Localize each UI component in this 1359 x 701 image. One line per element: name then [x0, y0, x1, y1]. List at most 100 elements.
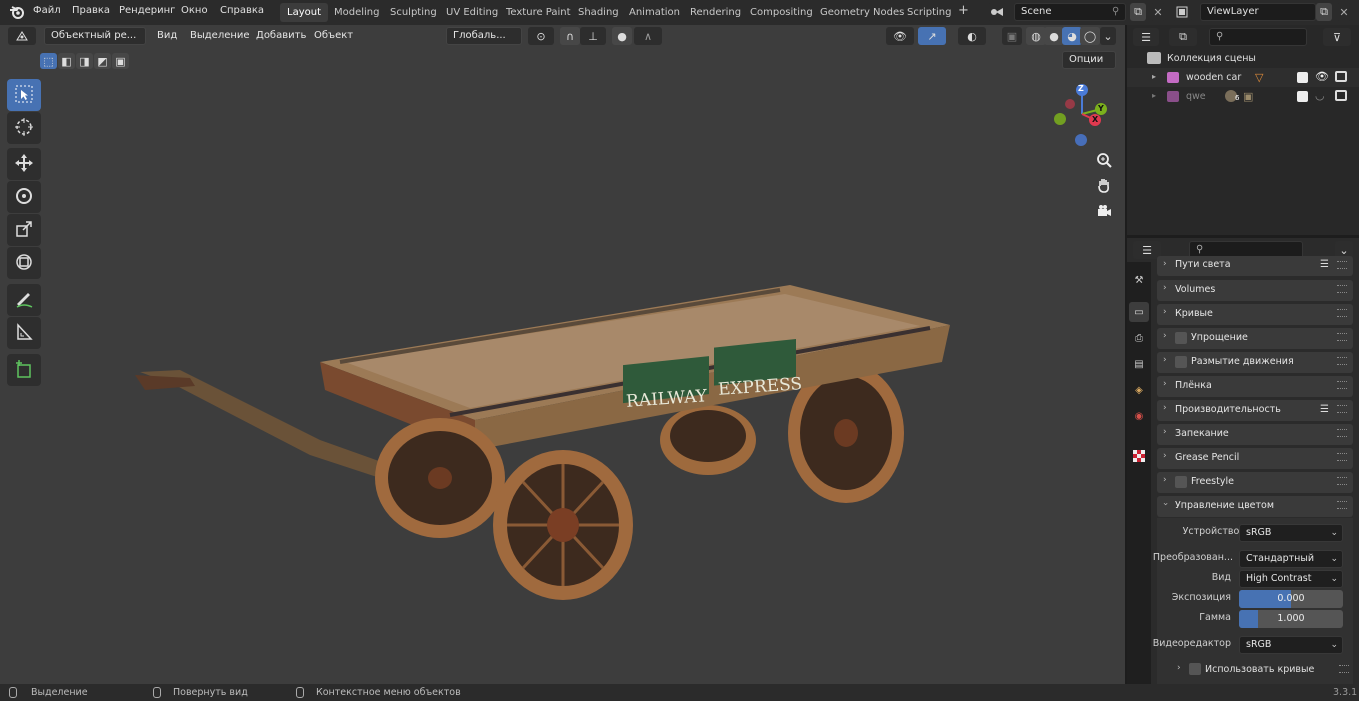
scene-settings-icon[interactable]: ◈	[1129, 380, 1149, 400]
menu-render[interactable]: Рендеринг	[119, 5, 175, 16]
tool-measure[interactable]	[7, 317, 41, 349]
outliner-row[interactable]: ▸ wooden car ▽ 👁	[1127, 68, 1359, 87]
camera-view-icon[interactable]	[1093, 200, 1115, 222]
drag-grip-icon[interactable]	[1337, 429, 1347, 437]
world-settings-icon[interactable]: ◉	[1129, 406, 1149, 426]
snap-target-icon[interactable]: ⊥	[580, 27, 606, 45]
scene-collection-label[interactable]: Коллекция сцены	[1167, 53, 1256, 64]
display-device-dropdown[interactable]: sRGB ⌄	[1239, 524, 1343, 542]
panel-volumes[interactable]: › Volumes	[1157, 280, 1353, 301]
select-intersect-icon[interactable]: ▣	[112, 53, 129, 69]
expand-arrow-icon[interactable]: ▸	[1152, 91, 1156, 100]
tool-move[interactable]	[7, 148, 41, 180]
tool-annotate[interactable]	[7, 284, 41, 316]
freestyle-checkbox[interactable]	[1175, 476, 1187, 488]
zoom-icon[interactable]	[1093, 149, 1115, 171]
drag-grip-icon[interactable]	[1337, 309, 1347, 317]
new-view-layer-icon[interactable]: ⧉	[1316, 3, 1332, 21]
xray-icon[interactable]: ▣	[1002, 27, 1022, 45]
panel-grease-pencil[interactable]: › Grease Pencil	[1157, 448, 1353, 469]
gizmo-toggle-icon[interactable]: ↗	[918, 27, 946, 45]
solid-shading-icon[interactable]: ●	[1044, 27, 1064, 45]
exposure-slider[interactable]: 0.000	[1239, 590, 1343, 608]
panel-bake[interactable]: › Запекание	[1157, 424, 1353, 445]
pivot-point-icon[interactable]: ⊙	[528, 27, 554, 45]
tab-scripting[interactable]: Scripting	[900, 3, 958, 22]
tab-shading[interactable]: Shading	[571, 3, 626, 22]
select-extend-icon[interactable]: ◧	[58, 53, 75, 69]
drag-grip-icon[interactable]	[1337, 405, 1347, 413]
tab-rendering[interactable]: Rendering	[683, 3, 748, 22]
menu-window[interactable]: Окно	[181, 5, 208, 16]
wooden-car-model[interactable]	[120, 250, 960, 610]
tab-compositing[interactable]: Compositing	[743, 3, 820, 22]
falloff-icon[interactable]: ∧	[634, 27, 662, 45]
tool-scale[interactable]	[7, 214, 41, 246]
panel-simplify[interactable]: › Упрощение	[1157, 328, 1353, 349]
menu-object[interactable]: Объект	[314, 30, 353, 41]
sequencer-dropdown[interactable]: sRGB ⌄	[1239, 636, 1343, 654]
panel-freestyle[interactable]: › Freestyle	[1157, 472, 1353, 493]
shading-options-icon[interactable]: ⌄	[1100, 27, 1116, 45]
tab-texture-paint[interactable]: Texture Paint	[499, 3, 578, 22]
select-subtract-icon[interactable]: ◨	[76, 53, 93, 69]
panel-light-paths[interactable]: › Пути света ☰	[1157, 256, 1353, 276]
tab-layout[interactable]: Layout	[280, 3, 328, 22]
display-mode-icon[interactable]: ⧉	[1169, 28, 1197, 46]
expand-arrow-icon[interactable]: ▸	[1152, 72, 1156, 81]
visibility-icon[interactable]: 👁	[886, 27, 914, 45]
drag-grip-icon[interactable]	[1337, 477, 1347, 485]
rendered-shading-icon[interactable]: ◯	[1080, 27, 1100, 45]
exclude-checkbox[interactable]	[1297, 91, 1308, 102]
eye-visibility-icon[interactable]: 👁	[1315, 70, 1329, 83]
view-layer-icon[interactable]	[1172, 3, 1192, 21]
material-shading-icon[interactable]: ◕	[1062, 27, 1082, 45]
panel-curves[interactable]: › Кривые	[1157, 304, 1353, 325]
use-curves-checkbox[interactable]	[1189, 663, 1201, 675]
texture-settings-icon[interactable]	[1129, 446, 1149, 466]
drag-grip-icon[interactable]	[1339, 665, 1349, 673]
tool-rotate[interactable]	[7, 181, 41, 213]
drag-grip-icon[interactable]	[1337, 453, 1347, 461]
look-dropdown[interactable]: High Contrast ⌄	[1239, 570, 1343, 588]
panel-motion-blur[interactable]: › Размытие движения	[1157, 352, 1353, 373]
scene-selector-icon[interactable]	[987, 3, 1007, 21]
render-camera-icon[interactable]	[1335, 90, 1347, 101]
gamma-slider[interactable]: 1.000	[1239, 610, 1343, 628]
options-dropdown[interactable]: Опции	[1062, 51, 1116, 69]
select-new-icon[interactable]: ⬚	[40, 53, 57, 69]
view-transform-dropdown[interactable]: Стандартный ⌄	[1239, 550, 1343, 568]
use-curves-subpanel[interactable]: › Использовать кривые	[1163, 660, 1349, 680]
tool-add-cube[interactable]	[7, 354, 41, 386]
panel-color-management[interactable]: › Управление цветом	[1157, 496, 1353, 517]
menu-view[interactable]: Вид	[157, 30, 177, 41]
render-camera-icon[interactable]	[1335, 71, 1347, 82]
render-settings-icon[interactable]: ▭	[1129, 302, 1149, 322]
drag-grip-icon[interactable]	[1337, 357, 1347, 365]
outliner-row[interactable]: ▸ qwe 6 ▣ ◡	[1127, 87, 1359, 106]
blender-logo-icon[interactable]	[9, 4, 25, 20]
drag-grip-icon[interactable]	[1337, 333, 1347, 341]
overlays-icon[interactable]: ◐	[958, 27, 986, 45]
presets-list-icon[interactable]: ☰	[1320, 404, 1329, 415]
tool-settings-icon[interactable]: ⚒	[1129, 270, 1149, 290]
wireframe-shading-icon[interactable]: ◍	[1026, 27, 1046, 45]
snap-icon[interactable]: ∩	[560, 27, 580, 45]
scene-field[interactable]: Scene	[1014, 3, 1126, 21]
outliner-search-input[interactable]: ⚲	[1209, 28, 1307, 46]
view-layer-settings-icon[interactable]: ▤	[1129, 354, 1149, 374]
3d-viewport[interactable]: Объектный ре... Вид Выделение Добавить О…	[0, 25, 1125, 684]
drag-grip-icon[interactable]	[1337, 501, 1347, 509]
delete-scene-icon[interactable]: ✕	[1150, 3, 1166, 21]
simplify-checkbox[interactable]	[1175, 332, 1187, 344]
tool-cursor[interactable]	[7, 112, 41, 144]
presets-list-icon[interactable]: ☰	[1320, 259, 1329, 270]
tool-transform[interactable]	[7, 247, 41, 279]
new-scene-icon[interactable]: ⧉	[1130, 3, 1146, 21]
add-workspace-button[interactable]: +	[951, 1, 976, 20]
filter-icon[interactable]: ⊽	[1323, 28, 1351, 46]
pin-icon[interactable]: ⚲	[1112, 6, 1119, 17]
tab-sculpting[interactable]: Sculpting	[383, 3, 444, 22]
outliner-editor-type-icon[interactable]: ☰	[1133, 28, 1159, 46]
tab-uv-editing[interactable]: UV Editing	[439, 3, 505, 22]
